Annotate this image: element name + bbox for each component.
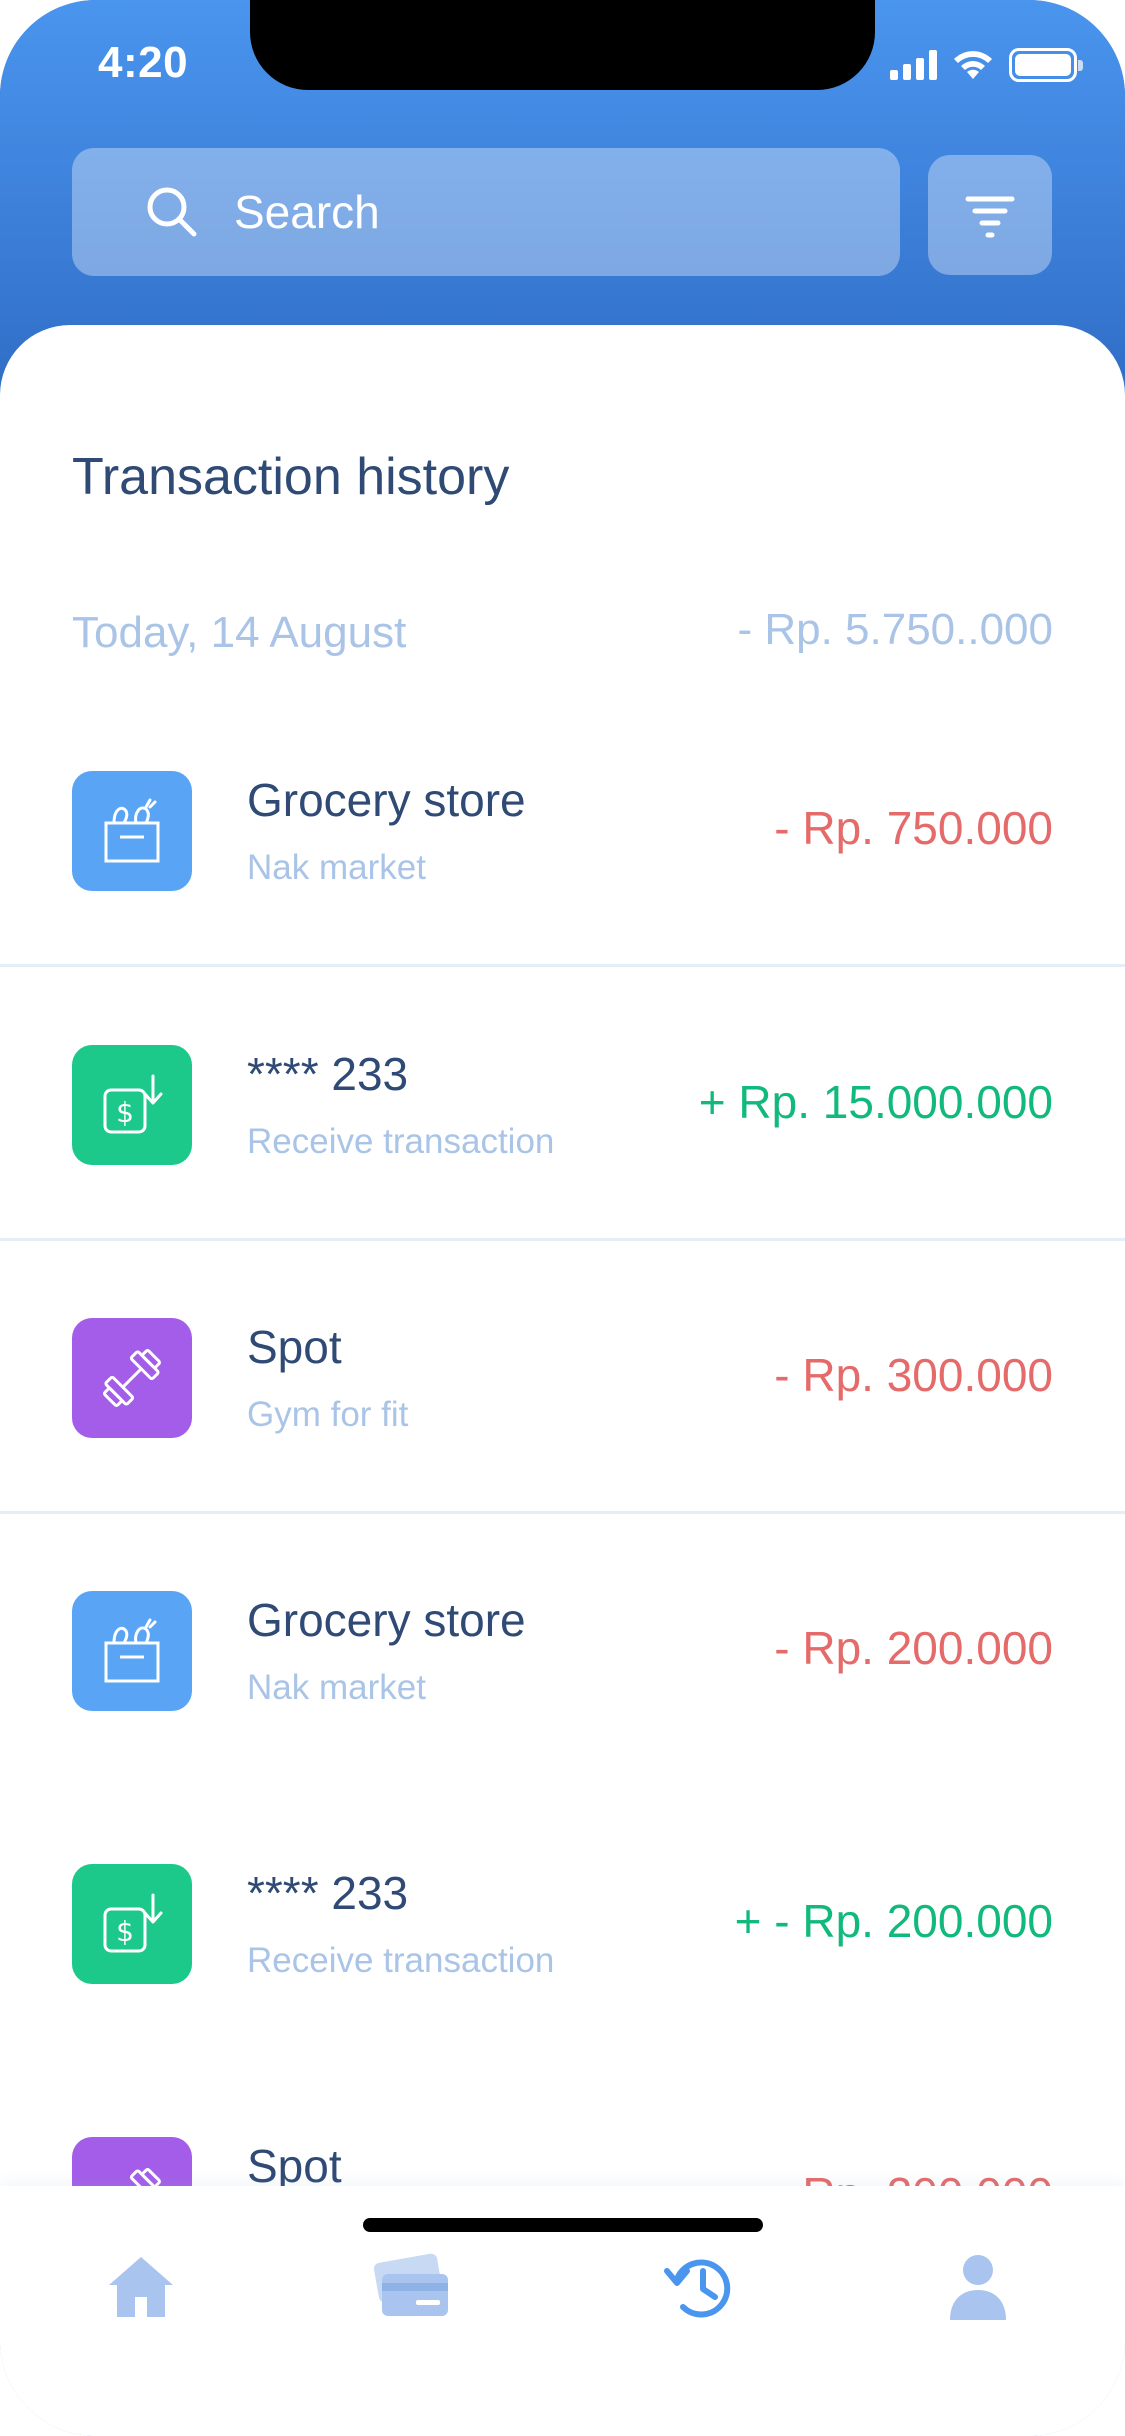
dumbbell-icon (103, 1349, 161, 1407)
transaction-subtitle: Nak market (247, 848, 426, 887)
card-icon (373, 2253, 448, 2316)
transaction-name: Grocery store (247, 774, 526, 826)
svg-text:$: $ (116, 1096, 134, 1129)
history-icon (664, 2259, 731, 2318)
transaction-subtitle: Nak market (247, 1668, 426, 1707)
grocery-bag-icon (104, 1618, 160, 1683)
transaction-name: **** 233 (247, 1867, 409, 1919)
filter-button[interactable] (928, 155, 1052, 275)
transaction-row[interactable]: Spot Gym for fit - Rp. 300.000 (0, 1242, 1125, 1514)
home-indicator[interactable] (363, 2218, 763, 2232)
home-icon (109, 2257, 173, 2317)
tab-cards[interactable] (367, 2242, 457, 2332)
transaction-amount: - Rp. 200.000 (774, 1622, 1053, 1674)
transaction-amount: + Rp. 15.000.000 (698, 1076, 1053, 1128)
transaction-name: Spot (247, 2140, 342, 2192)
transaction-row[interactable]: Grocery store Nak market - Rp. 750.000 (0, 695, 1125, 967)
transaction-amount: + - Rp. 200.000 (734, 1895, 1053, 1947)
transaction-subtitle: Receive transaction (247, 1122, 555, 1161)
tab-home[interactable] (96, 2242, 186, 2332)
battery-icon (1009, 48, 1083, 82)
transaction-icon-tile (72, 1318, 192, 1438)
cellular-signal-icon (890, 50, 937, 80)
transaction-name: **** 233 (247, 1048, 409, 1100)
transaction-icon-tile (72, 771, 192, 891)
grocery-bag-icon (104, 798, 160, 863)
transaction-icon-tile: $ (72, 1864, 192, 1984)
search-placeholder: Search (234, 186, 380, 238)
transaction-row[interactable]: Grocery store Nak market - Rp. 200.000 (0, 1515, 1125, 1787)
wifi-icon (954, 51, 992, 79)
search-input[interactable]: Search (72, 148, 900, 276)
day-total: - Rp. 5.750..000 (737, 605, 1053, 654)
content-sheet: Transaction history Today, 14 August - R… (0, 325, 1125, 2436)
transaction-amount: - Rp. 300.000 (774, 1349, 1053, 1401)
profile-icon (950, 2255, 1006, 2320)
transaction-subtitle: Gym for fit (247, 1395, 409, 1434)
transaction-subtitle: Receive transaction (247, 1941, 555, 1980)
tab-history[interactable] (656, 2242, 746, 2332)
receive-money-icon: $ (103, 1893, 163, 1953)
device-notch (250, 0, 875, 90)
status-time: 4:20 (98, 38, 189, 87)
transaction-name: Spot (247, 1321, 342, 1373)
transaction-name: Grocery store (247, 1594, 526, 1646)
filter-icon (965, 196, 1015, 238)
status-icons (890, 48, 1083, 82)
search-icon (147, 187, 197, 237)
svg-text:$: $ (116, 1915, 134, 1948)
transaction-icon-tile: $ (72, 1045, 192, 1165)
day-label: Today, 14 August (72, 608, 407, 657)
transaction-row[interactable]: $ **** 233 Receive transaction + Rp. 15.… (0, 969, 1125, 1241)
transaction-amount: - Rp. 750.000 (774, 802, 1053, 854)
page-title: Transaction history (72, 448, 510, 506)
transaction-row[interactable]: $ **** 233 Receive transaction + - Rp. 2… (0, 1788, 1125, 2060)
phone-screen: 4:20 Search Transaction history Today, 1… (0, 0, 1125, 2436)
receive-money-icon: $ (103, 1074, 163, 1134)
tab-profile[interactable] (933, 2242, 1023, 2332)
transaction-icon-tile (72, 1591, 192, 1711)
